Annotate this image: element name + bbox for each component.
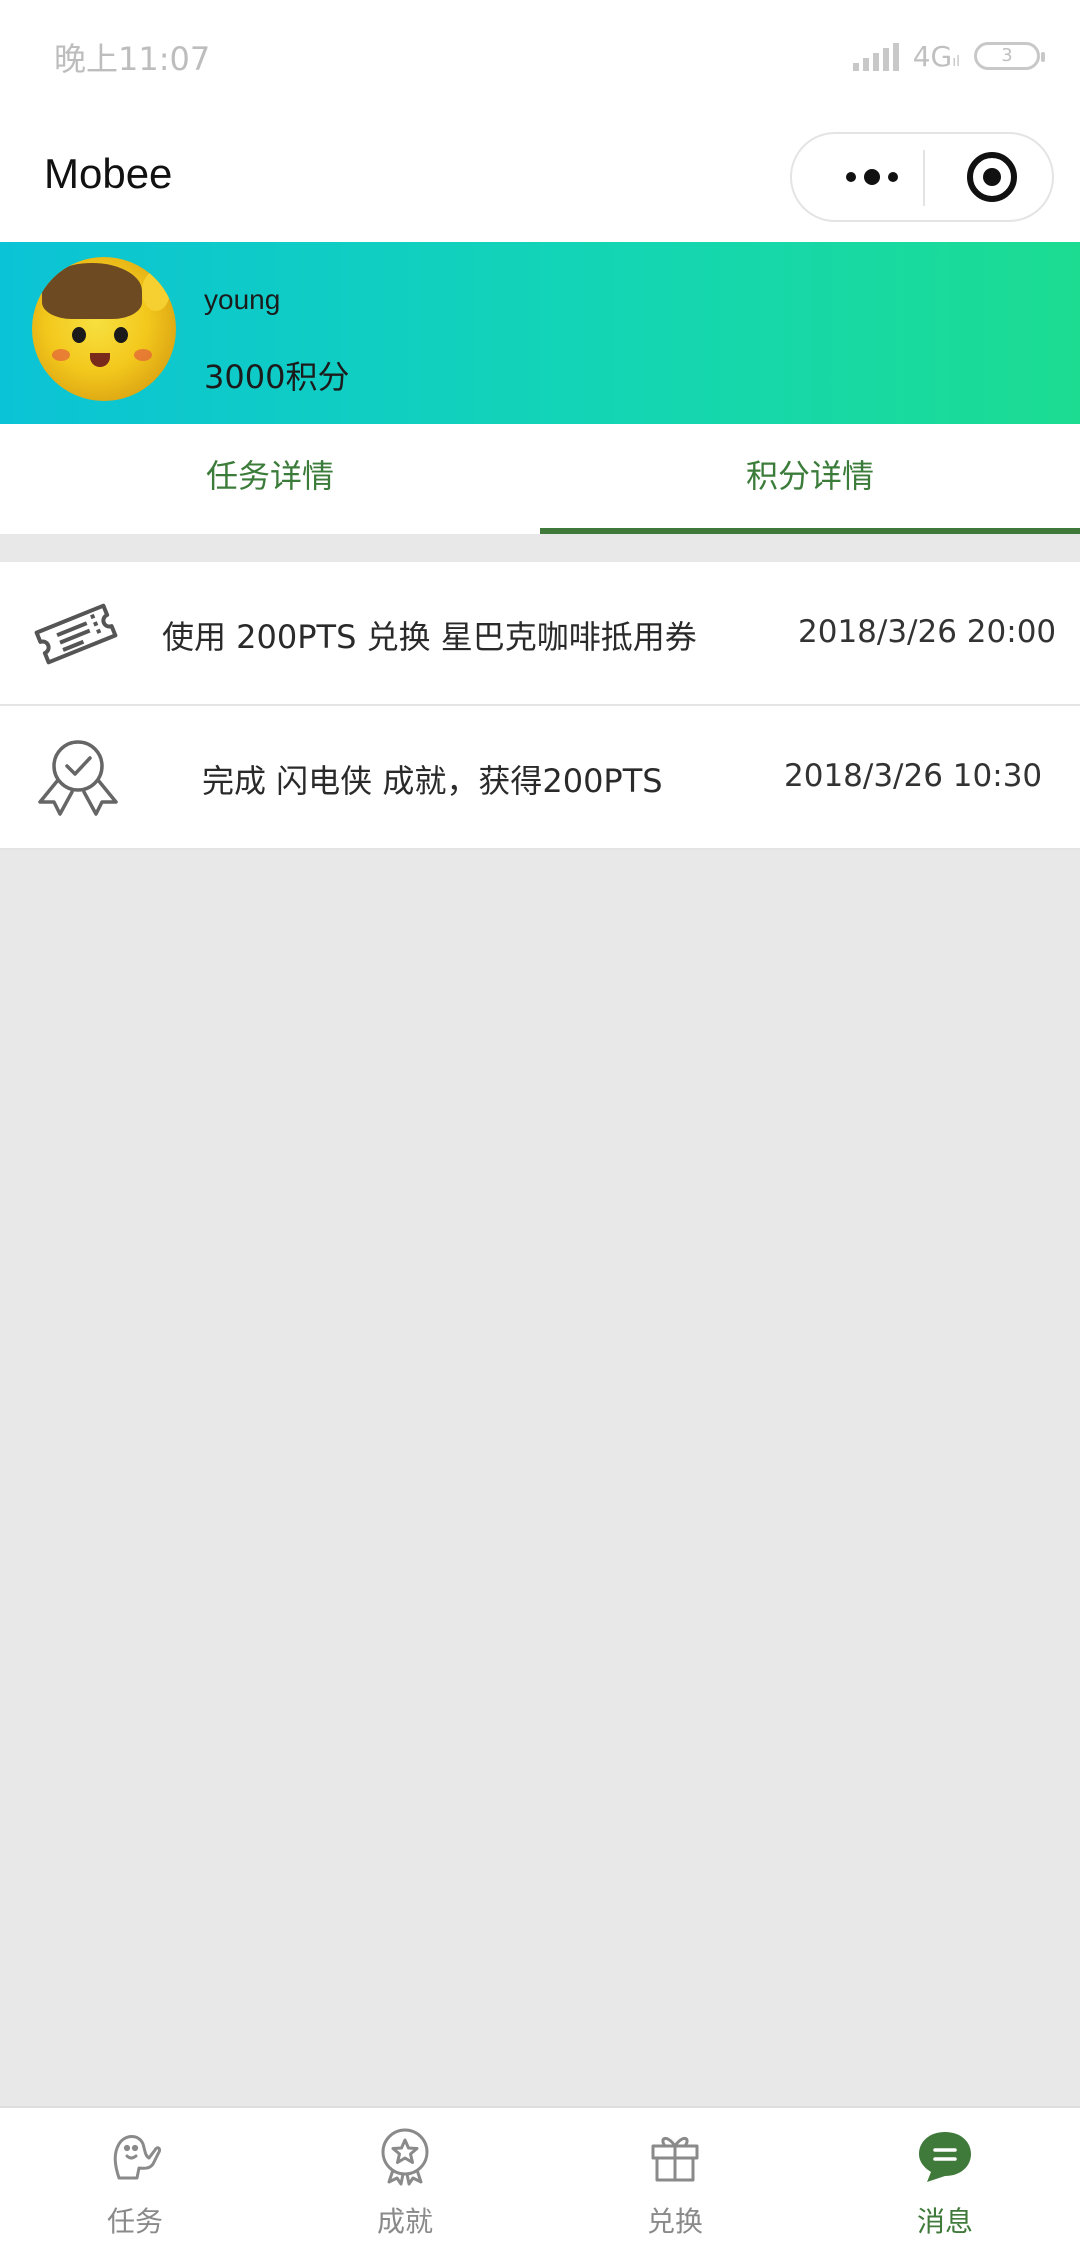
- status-bar: 晚上11:07 4Gıl 3: [0, 0, 1080, 110]
- tabbar-label: 兑换: [646, 2205, 703, 2238]
- record-text: 使用 200PTS 兑换 星巴克咖啡抵用券: [162, 618, 697, 656]
- tabbar-item-exchange[interactable]: 兑换: [540, 2108, 810, 2248]
- close-target-button[interactable]: [967, 152, 1017, 202]
- battery-level: 3: [1001, 45, 1013, 66]
- record-text: 完成 闪电侠 成就，获得200PTS: [202, 762, 663, 800]
- badge-check-icon: [38, 740, 118, 816]
- status-indicators: 4Gıl 3: [852, 36, 1045, 76]
- list-item[interactable]: 完成 闪电侠 成就，获得200PTS 2018/3/26 10:30: [0, 706, 1080, 850]
- tabbar-item-messages[interactable]: 消息: [810, 2108, 1080, 2248]
- user-name: young: [204, 284, 281, 315]
- more-menu-button[interactable]: [822, 134, 922, 220]
- network-type: 4Gıl: [912, 39, 960, 73]
- tabbar-label: 消息: [916, 2205, 973, 2238]
- signal-icon: [852, 41, 899, 71]
- tab-points-details[interactable]: 积分详情: [540, 424, 1080, 534]
- profile-banner: young 3000积分: [0, 242, 1080, 424]
- list-item[interactable]: 使用 200PTS 兑换 星巴克咖啡抵用券 2018/3/26 20:00: [0, 562, 1080, 706]
- tabbar-label: 成就: [376, 2205, 433, 2238]
- mini-program-capsule: [790, 132, 1054, 222]
- tabbar-label: 任务: [106, 2205, 163, 2238]
- tab-task-details[interactable]: 任务详情: [0, 424, 540, 534]
- ticket-icon: [34, 603, 118, 665]
- page-title: Mobee: [44, 150, 173, 197]
- record-time: 2018/3/26 10:30: [784, 758, 1043, 794]
- status-time: 晚上11:07: [54, 40, 211, 78]
- battery-icon: 3: [974, 42, 1045, 70]
- detail-tabs: 任务详情 积分详情: [0, 424, 1080, 534]
- message-icon: [919, 2132, 971, 2182]
- points-record-list: 使用 200PTS 兑换 星巴克咖啡抵用券 2018/3/26 20:00 完成…: [0, 562, 1080, 850]
- avatar[interactable]: [32, 257, 176, 401]
- record-time: 2018/3/26 20:00: [798, 614, 1057, 650]
- tabbar-item-tasks[interactable]: 任务: [0, 2108, 270, 2248]
- nav-bar: Mobee: [0, 110, 1080, 242]
- gift-icon: [651, 2137, 699, 2182]
- mascot-icon: [113, 2135, 161, 2180]
- medal-icon: [381, 2128, 429, 2186]
- tabbar-item-achievements[interactable]: 成就: [270, 2108, 540, 2248]
- bottom-tab-bar: 任务 成就 兑换 消息: [0, 2106, 1080, 2248]
- capsule-divider: [923, 150, 925, 206]
- user-points: 3000积分: [204, 358, 350, 396]
